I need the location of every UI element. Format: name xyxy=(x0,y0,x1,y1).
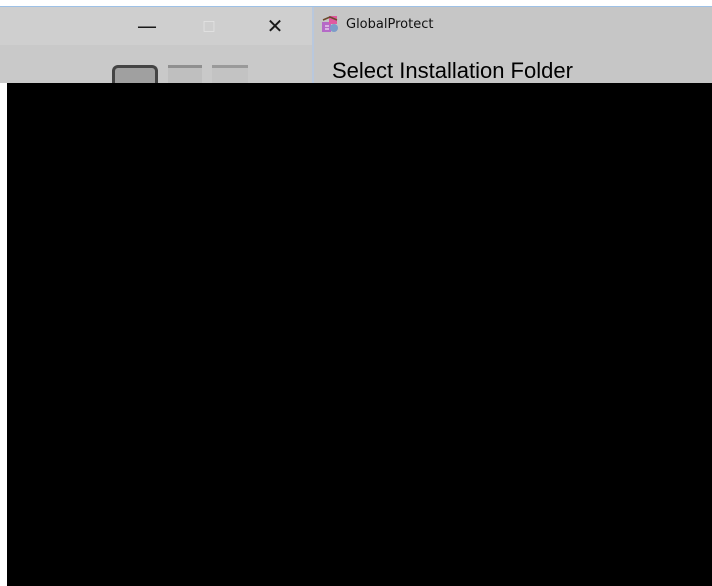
page-title: Select Installation Folder xyxy=(332,58,573,83)
top-border xyxy=(0,0,712,7)
left-edge xyxy=(0,83,7,586)
screen: — □ ✕ GlobalProtect Select Installation … xyxy=(0,0,712,586)
redacted-area xyxy=(7,83,712,586)
background-thumbnail xyxy=(112,65,158,83)
minimize-button[interactable]: — xyxy=(124,11,170,41)
installer-title: GlobalProtect xyxy=(346,16,434,32)
background-window-content xyxy=(112,65,312,86)
maximize-button[interactable]: □ xyxy=(186,11,232,41)
installer-titlebar: GlobalProtect xyxy=(314,7,712,41)
background-window-titlebar: — □ ✕ xyxy=(0,7,312,45)
globalprotect-icon xyxy=(322,16,338,32)
close-button[interactable]: ✕ xyxy=(252,11,298,41)
installer-window: GlobalProtect Select Installation Folder xyxy=(312,7,712,83)
background-window: — □ ✕ xyxy=(0,7,312,86)
